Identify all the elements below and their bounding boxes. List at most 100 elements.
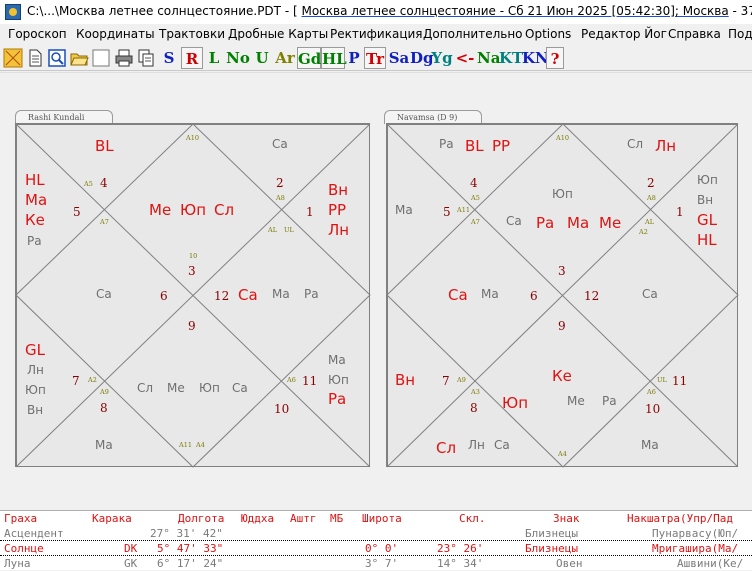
planet-label: Сл bbox=[627, 137, 644, 151]
tb-button-kt[interactable]: KT bbox=[499, 47, 523, 69]
planet-label: Ма bbox=[567, 214, 590, 232]
planet-label: Са bbox=[642, 287, 658, 301]
copy-icon[interactable] bbox=[136, 48, 156, 68]
planet-label: Ме bbox=[567, 394, 585, 408]
arudha-label: A10 bbox=[186, 134, 199, 142]
planet-label: Ма bbox=[272, 287, 290, 301]
column-header[interactable]: Юддха bbox=[241, 512, 274, 525]
planet-label: GL bbox=[25, 341, 45, 359]
tb-button-na[interactable]: Na bbox=[477, 47, 500, 69]
planet-label: PP bbox=[328, 201, 347, 219]
tb-button-ar[interactable]: Ar bbox=[273, 47, 297, 69]
planet-label: Лн bbox=[655, 137, 677, 155]
menu-interpretations[interactable]: Трактовки bbox=[159, 27, 225, 41]
menu-divisional-charts[interactable]: Дробные Карты bbox=[228, 27, 328, 41]
planet-label: Юп bbox=[25, 383, 46, 397]
planet-label: Ма bbox=[328, 353, 346, 367]
table-row[interactable]: Асцендент 27° 31' 42" Близнецы Пунарвасу… bbox=[0, 526, 752, 541]
planet-label: Сл bbox=[137, 381, 154, 395]
tb-button-l[interactable]: L bbox=[205, 47, 223, 69]
planet-label: Са bbox=[494, 438, 510, 452]
house-number: 8 bbox=[100, 401, 108, 415]
open-folder-icon[interactable] bbox=[69, 48, 89, 68]
planet-label: PP bbox=[492, 137, 511, 155]
planet-label: Ма bbox=[25, 191, 48, 209]
house-number: 1 bbox=[676, 205, 684, 219]
longitude: 5° 47' 33" bbox=[157, 542, 224, 555]
menu-coordinates[interactable]: Координаты bbox=[76, 27, 155, 41]
table-row[interactable]: Луна GK 6° 17' 24" 3° 7' 14° 34' Овен Аш… bbox=[0, 556, 752, 571]
planet-table: Граха Карака Долгота Юддха Аштг МБ Широт… bbox=[0, 510, 752, 570]
column-header[interactable]: Аштг bbox=[290, 512, 317, 525]
planet-label: BL bbox=[465, 137, 484, 155]
tb-button-r[interactable]: R bbox=[181, 47, 203, 69]
house-number: 1 bbox=[306, 205, 314, 219]
menu-more[interactable]: Под bbox=[728, 27, 752, 41]
column-header[interactable]: Широта bbox=[362, 512, 402, 525]
menu-options[interactable]: Options bbox=[525, 27, 571, 41]
tb-button-kn[interactable]: KN bbox=[522, 47, 549, 69]
tb-button-help[interactable]: ? bbox=[546, 47, 564, 69]
app-icon[interactable] bbox=[5, 4, 21, 20]
arudha-label: A7 bbox=[471, 218, 480, 226]
tab-rashi-kundali[interactable]: Rashi Kundali bbox=[15, 110, 113, 124]
window-title: C:\...\Москва летнее солнцестояние.PDT -… bbox=[27, 4, 752, 18]
latitude: 3° 7' bbox=[365, 557, 399, 570]
tb-button-p[interactable]: P bbox=[345, 47, 363, 69]
planet-label: Юп bbox=[552, 187, 573, 201]
tb-button-swap[interactable]: <-> bbox=[451, 47, 479, 89]
planet-label: HL bbox=[697, 231, 717, 249]
menu-yoga-editor[interactable]: Редактор Йог bbox=[581, 27, 667, 41]
planet-label: Ма bbox=[95, 438, 113, 452]
menu-additional[interactable]: Дополнительно bbox=[423, 27, 523, 41]
column-header[interactable]: Знак bbox=[553, 512, 580, 525]
column-header[interactable]: МБ bbox=[330, 512, 343, 525]
tb-button-yg[interactable]: Yg bbox=[431, 47, 453, 69]
tb-button-s[interactable]: S bbox=[159, 47, 179, 69]
print-icon[interactable] bbox=[114, 48, 134, 68]
tb-button-no[interactable]: No bbox=[225, 47, 251, 69]
column-header[interactable]: Скл. bbox=[459, 512, 486, 525]
tab-navamsa[interactable]: Navamsa (D 9) bbox=[384, 110, 482, 124]
tb-button-tr[interactable]: Tr bbox=[364, 47, 386, 69]
declination: 23° 26' bbox=[437, 542, 484, 555]
column-header[interactable]: Карака bbox=[92, 512, 132, 525]
column-header[interactable]: Накшатра(Упр/Пад bbox=[627, 512, 733, 525]
tb-button-hl[interactable]: HL bbox=[321, 47, 347, 69]
table-row[interactable]: Солнце DK 5° 47' 33" 0° 0' 23° 26' Близн… bbox=[0, 541, 752, 556]
blank-icon[interactable] bbox=[91, 48, 111, 68]
column-header[interactable]: Долгота bbox=[178, 512, 224, 525]
longitude: 6° 17' 24" bbox=[157, 557, 224, 570]
arudha-label: A2 bbox=[88, 376, 97, 384]
table-header: Граха Карака Долгота Юддха Аштг МБ Широт… bbox=[0, 511, 752, 526]
title-bar: C:\...\Москва летнее солнцестояние.PDT -… bbox=[0, 0, 752, 24]
planet-label: Юп bbox=[199, 381, 220, 395]
tb-button-u[interactable]: U bbox=[253, 47, 271, 69]
house-number: 8 bbox=[470, 401, 478, 415]
planet-label: GL bbox=[697, 211, 717, 229]
planet-label: Ра bbox=[304, 287, 319, 301]
house-number: 6 bbox=[530, 289, 538, 303]
column-header[interactable]: Граха bbox=[4, 512, 37, 525]
menu-help[interactable]: Справка bbox=[668, 27, 721, 41]
arudha-label: AL bbox=[645, 218, 655, 226]
menu-rectification[interactable]: Ректификация bbox=[330, 27, 423, 41]
planet-label: Вн bbox=[697, 193, 714, 207]
arudha-label: A9 bbox=[457, 376, 466, 384]
arudha-label: A5 bbox=[471, 194, 480, 202]
house-number: 12 bbox=[214, 289, 230, 303]
planet-label: Ме bbox=[167, 381, 185, 395]
tb-button-dg[interactable]: Dg bbox=[410, 47, 434, 69]
menu-horoscope[interactable]: Гороскоп bbox=[8, 27, 67, 41]
arudha-label: A11 bbox=[179, 441, 192, 449]
arudha-label: A4 bbox=[558, 450, 567, 458]
house-number: 10 bbox=[645, 402, 661, 416]
horoscope-icon[interactable] bbox=[3, 48, 23, 68]
tb-button-sa[interactable]: Sa bbox=[387, 47, 411, 69]
new-file-icon[interactable] bbox=[25, 48, 45, 68]
latitude: 0° 0' bbox=[365, 542, 399, 555]
tb-button-gd[interactable]: Gd bbox=[297, 47, 321, 69]
planet-label: Са bbox=[238, 286, 258, 304]
house-number: 5 bbox=[73, 205, 81, 219]
find-icon[interactable] bbox=[47, 48, 67, 68]
